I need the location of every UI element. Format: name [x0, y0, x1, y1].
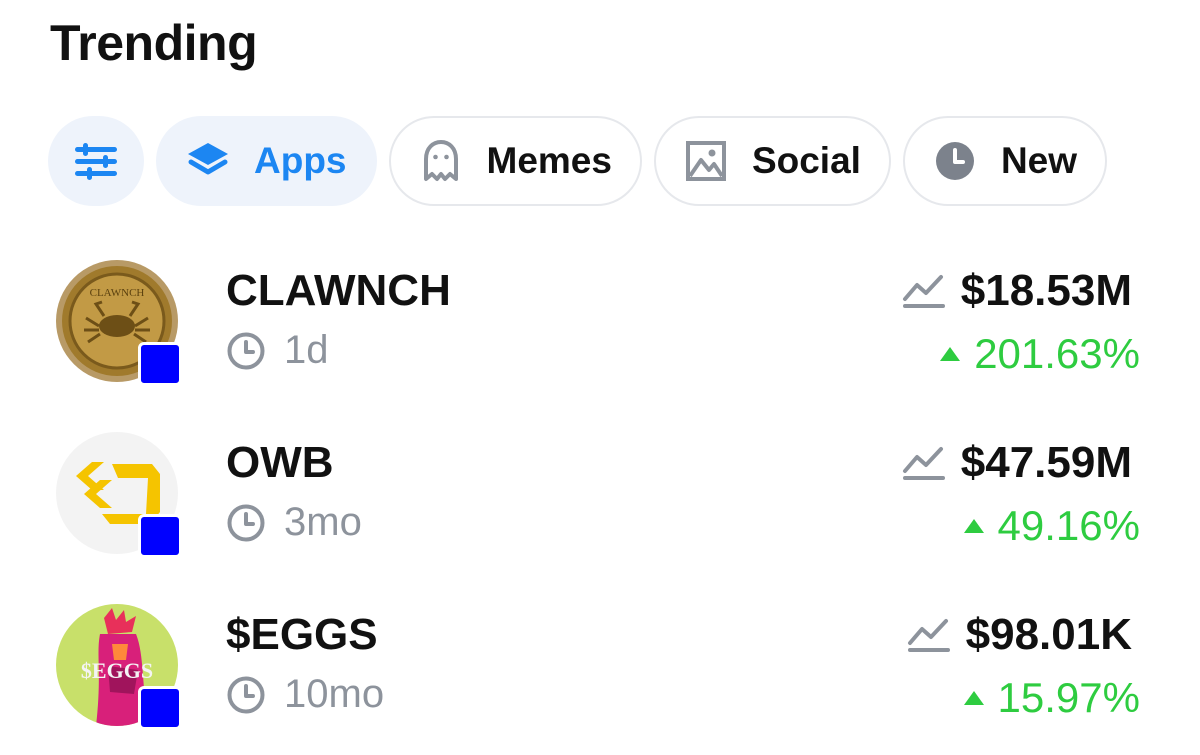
tab-social-label: Social [751, 140, 861, 181]
clock-icon [227, 676, 265, 713]
chain-badge [138, 686, 182, 730]
token-age: 10mo [226, 672, 384, 717]
up-arrow-icon [963, 691, 984, 705]
trend-chart-icon [902, 447, 945, 480]
filter-bar: Apps Memes Social New [48, 114, 1108, 208]
tab-memes[interactable]: Memes [388, 116, 642, 206]
up-arrow-icon [940, 347, 961, 361]
market-cap: $98.01K [906, 610, 1132, 660]
ghost-icon [417, 137, 465, 185]
up-arrow-icon [963, 519, 984, 533]
avatar-ticker-text: $EGGS [81, 658, 153, 683]
token-row-eggs[interactable]: $EGGS $EGGS 10mo $98.01K 15.97% [56, 602, 1146, 755]
token-age: 3mo [226, 500, 362, 545]
tab-new-label: New [1000, 140, 1078, 181]
tab-apps[interactable]: Apps [156, 116, 377, 206]
trending-page: Trending Apps Memes Social New CLAWNCH C… [0, 0, 1200, 755]
clock-icon [227, 504, 265, 541]
token-avatar-wrap: CLAWNCH [56, 260, 186, 390]
price-change-value: 15.97% [997, 674, 1140, 721]
trend-chart-icon [902, 275, 945, 308]
token-age-text: 10mo [284, 672, 385, 716]
image-icon [682, 137, 730, 185]
market-cap: $47.59M [901, 438, 1132, 488]
tab-apps-label: Apps [254, 140, 347, 181]
price-change: 201.63% [940, 330, 1140, 378]
filter-settings-button[interactable] [48, 116, 144, 206]
page-title: Trending [50, 15, 258, 71]
token-age-text: 1d [284, 328, 329, 372]
price-change: 49.16% [963, 502, 1140, 550]
tab-memes-label: Memes [486, 140, 612, 181]
price-change-value: 201.63% [974, 330, 1140, 377]
token-name: CLAWNCH [226, 266, 451, 315]
token-avatar-wrap: $EGGS [56, 604, 186, 734]
tab-new[interactable]: New [902, 116, 1108, 206]
sliders-icon [75, 143, 117, 180]
tab-social[interactable]: Social [653, 116, 891, 206]
coin-inscription: CLAWNCH [90, 287, 145, 299]
token-list: CLAWNCH CLAWNCH 1d $18.53M 201.63% OWB 3… [56, 258, 1146, 755]
price-change-value: 49.16% [997, 502, 1140, 549]
token-age-text: 3mo [284, 500, 362, 544]
clock-icon [931, 137, 979, 185]
token-age: 1d [226, 328, 329, 373]
trend-chart-icon [907, 619, 950, 652]
token-name: OWB [226, 438, 334, 487]
price-change: 15.97% [963, 674, 1140, 722]
layers-icon [184, 137, 232, 185]
market-cap-value: $98.01K [965, 610, 1132, 659]
token-avatar-wrap [56, 432, 186, 562]
market-cap: $18.53M [901, 266, 1132, 316]
token-row-owb[interactable]: OWB 3mo $47.59M 49.16% [56, 430, 1146, 602]
token-row-clawnch[interactable]: CLAWNCH CLAWNCH 1d $18.53M 201.63% [56, 258, 1146, 430]
token-name: $EGGS [226, 610, 378, 659]
market-cap-value: $18.53M [960, 266, 1132, 315]
chain-badge [138, 514, 182, 558]
chain-badge [138, 342, 182, 386]
market-cap-value: $47.59M [960, 438, 1132, 487]
clock-icon [227, 332, 265, 369]
